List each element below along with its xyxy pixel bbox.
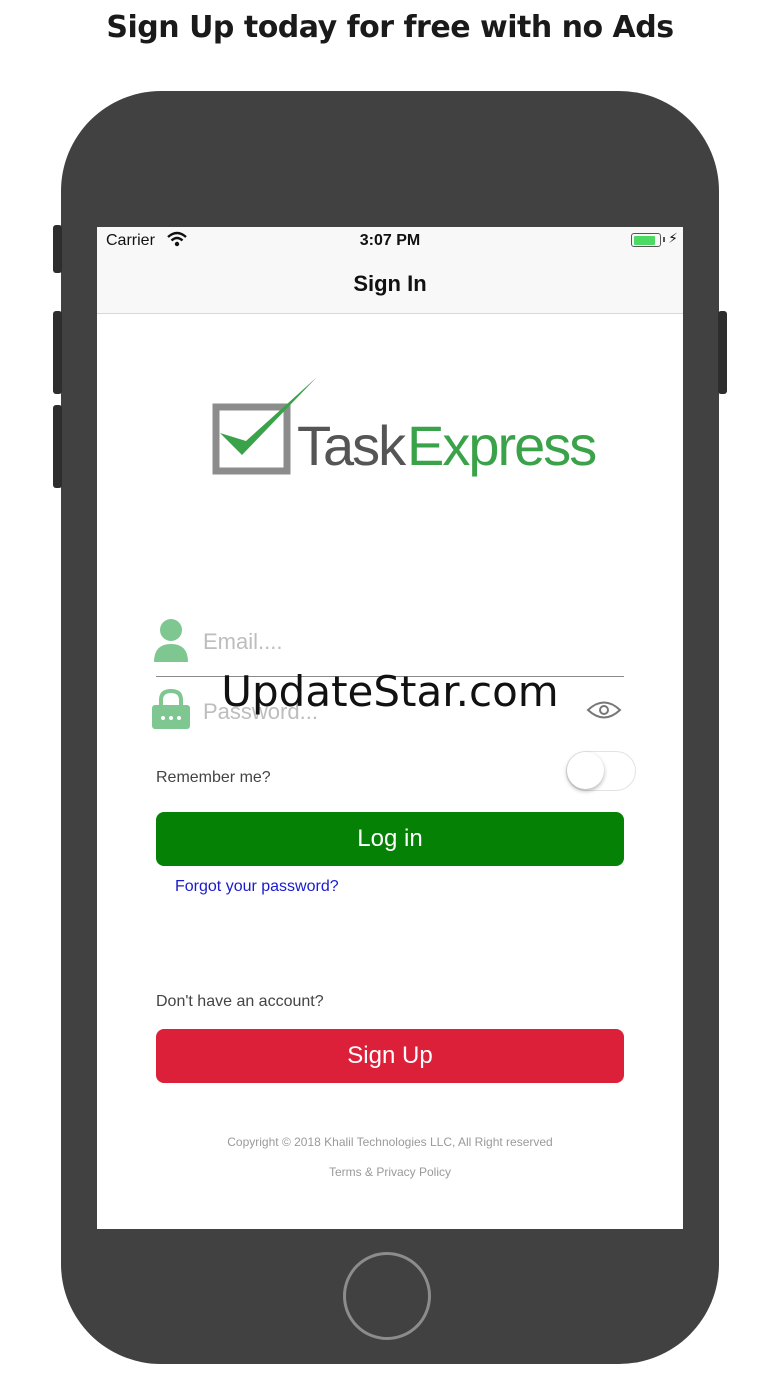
sign-up-button[interactable]: Sign Up bbox=[156, 1029, 624, 1083]
battery-icon bbox=[631, 233, 661, 247]
home-button[interactable] bbox=[343, 1252, 431, 1340]
battery-tip bbox=[663, 237, 665, 242]
mute-switch bbox=[53, 225, 62, 273]
status-bar: Carrier 3:07 PM ⚡ bbox=[97, 227, 683, 255]
logo-word-express: Express bbox=[407, 414, 597, 477]
task-express-logo: Task Express bbox=[212, 375, 597, 485]
forgot-password-link[interactable]: Forgot your password? bbox=[175, 878, 339, 896]
power-button bbox=[718, 311, 727, 394]
phone-screen: Carrier 3:07 PM ⚡ Sign In Task Express E… bbox=[97, 227, 683, 1229]
user-icon bbox=[152, 616, 190, 667]
remember-me-toggle[interactable] bbox=[566, 751, 636, 791]
copyright-text: Copyright © 2018 Khalil Technologies LLC… bbox=[227, 1135, 553, 1149]
volume-up-button bbox=[53, 311, 62, 394]
nav-title: Sign In bbox=[97, 255, 683, 314]
watermark: UpdateStar.com bbox=[221, 667, 559, 716]
no-account-label: Don't have an account? bbox=[156, 993, 324, 1010]
battery-level bbox=[633, 235, 655, 245]
login-button[interactable]: Log in bbox=[156, 812, 624, 866]
remember-me-label: Remember me? bbox=[156, 769, 271, 786]
clock: 3:07 PM bbox=[359, 232, 421, 249]
charging-icon: ⚡ bbox=[668, 230, 678, 246]
toggle-knob bbox=[567, 752, 604, 789]
email-input[interactable]: Email.... bbox=[203, 629, 282, 655]
terms-privacy-link[interactable]: Terms & Privacy Policy bbox=[97, 1165, 683, 1179]
logo-word-task: Task bbox=[297, 414, 406, 477]
promo-banner: Sign Up today for free with no Ads bbox=[106, 10, 674, 45]
volume-down-button bbox=[53, 405, 62, 488]
